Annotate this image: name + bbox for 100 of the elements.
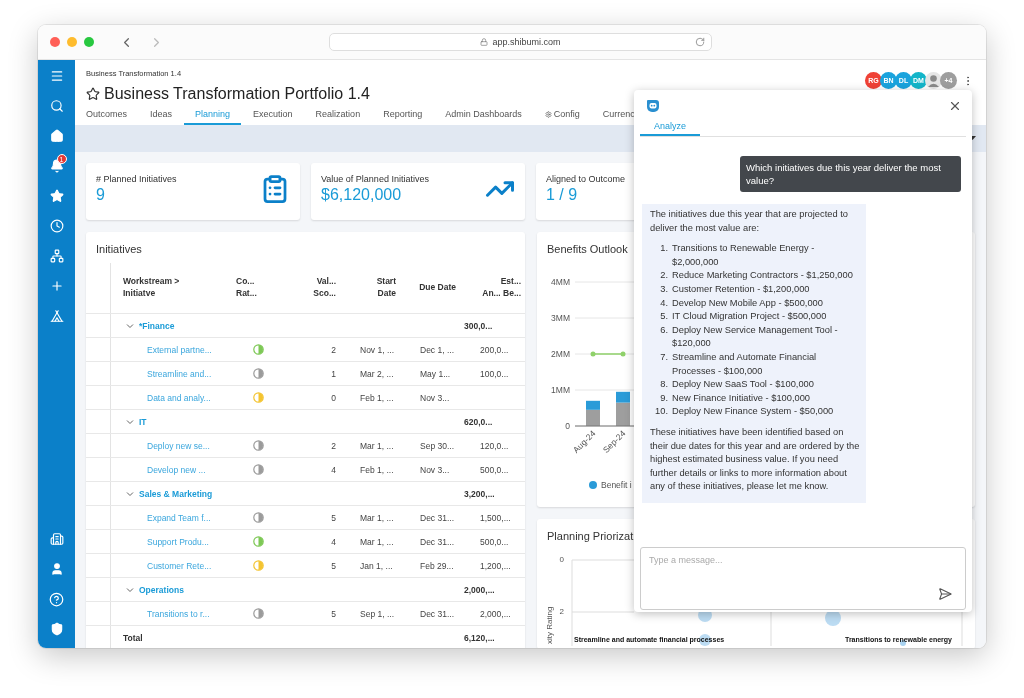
group-row[interactable]: Sales & Marketing 3,200,... [86,482,525,506]
group-row[interactable]: IT 620,0... [86,410,525,434]
table-row[interactable]: External partne... 2 Nov 1, ... Dec 1, ... 200,0... [86,338,525,362]
shield-icon[interactable] [49,622,64,636]
axis-tick-label: 2MM [551,349,570,359]
table-cell: 2,000,... [480,608,511,619]
table-cell: Sep 1, ... [360,608,395,619]
search-icon[interactable] [49,99,64,113]
table-cell: 0 [331,392,336,403]
lock-icon [480,38,489,46]
reload-icon[interactable] [695,37,705,47]
tab[interactable]: Admin Dashboards [434,109,533,125]
table-cell: Dec 31... [420,512,455,523]
settings-icon [544,110,552,118]
table-cell: 100,0... [480,368,509,379]
table-row[interactable]: Data and analy... 0 Feb 1, ... Nov 3... [86,386,525,410]
column-header[interactable]: Workstream > Initiatve [123,276,213,300]
column-header[interactable]: Start Date [356,276,396,300]
table-cell: Nov 3... [420,392,450,403]
favorite-star-icon[interactable] [86,87,100,101]
table-cell: May 1... [420,368,451,379]
bell-icon[interactable] [49,159,64,173]
tent-icon[interactable] [49,309,64,323]
page-title: Business Transformation Portfolio 1.4 [104,85,370,103]
chevron-icon[interactable] [126,489,134,498]
table-cell: 200,0... [480,344,509,355]
table-cell: 4 [331,464,336,475]
list-item: Deploy New Service Management Tool - $120,000 [672,323,839,351]
avatar[interactable] [925,72,942,89]
list-item: New Finance Initiative - $100,000 [672,391,810,405]
user-icon[interactable] [49,562,64,576]
table-cell: Nov 3... [420,464,450,475]
list-marker: 10. [654,405,669,419]
total-label: Total [123,632,143,643]
list-marker: 1. [659,242,669,256]
menu-icon[interactable] [49,69,64,83]
table-cell: Jan 1, ... [360,560,393,571]
axis-title: xity Rating [545,606,554,644]
table-cell: 500,0... [480,464,509,475]
table-row[interactable]: Support Produ... 4 Mar 1, ... Dec 31... 500,0... [86,530,525,554]
table-cell: Mar 1, ... [360,536,394,547]
table-cell: Dec 1, ... [420,344,454,355]
star-icon[interactable] [49,189,64,203]
help-icon[interactable] [49,591,64,607]
kpi-value: 9 [96,186,106,204]
tab[interactable]: Realization [304,109,372,125]
tab[interactable]: Execution [242,109,304,125]
axis-tick-label: 0 [565,421,570,431]
column-header[interactable]: Co... Rat... [236,276,276,300]
clock-icon[interactable] [49,219,64,233]
table-row[interactable]: Deploy new se... 2 Mar 1, ... Sep 30... 120,0... [86,434,525,458]
table-cell: Mar 2, ... [360,368,394,379]
table-cell: 4 [331,536,336,547]
bot-icon [646,99,660,113]
kpi-value: $6,120,000 [321,186,403,204]
tab[interactable]: Outcomes [75,109,138,125]
table-cell: Dec 31... [420,608,455,619]
send-icon[interactable] [938,587,952,601]
list-marker: 6. [659,323,669,337]
axis-tick-label: 3MM [551,313,570,323]
home-icon[interactable] [49,129,64,143]
table-row[interactable]: Expand Team f... 5 Mar 1, ... Dec 31... 1,500,... [86,506,525,530]
table-cell: Feb 29... [420,560,454,571]
tab[interactable]: Reporting [372,109,434,125]
maximize-icon[interactable] [84,37,94,47]
list-marker: 9. [659,391,669,405]
tab[interactable]: Ideas [139,109,184,125]
close-icon[interactable] [948,99,962,113]
table-cell: Feb 1, ... [360,464,394,475]
table-cell: 500,0... [480,536,509,547]
message-field[interactable]: Type a message... [640,547,966,610]
hierarchy-icon[interactable] [49,249,64,263]
group-row[interactable]: *Finance 300,0... [86,314,525,338]
list-item: Streamline and Automate Financial Processes - $100,000 [672,350,818,378]
table-cell: Feb 1, ... [360,392,394,403]
axis-tick-label: 1MM [551,385,570,395]
group-row[interactable]: Operations 2,000,... [86,578,525,602]
table-row[interactable]: Develop new ... 4 Feb 1, ... Nov 3... 500,0... [86,458,525,482]
address-bar[interactable]: app.shibumi.com [329,33,712,51]
table-row[interactable]: Transitions to r... 5 Sep 1, ... Dec 31... 2,000,... [86,602,525,626]
tab[interactable]: Config [533,109,591,125]
table-row[interactable]: Customer Rete... 5 Jan 1, ... Feb 29... 1,200,... [86,554,525,578]
axis-tick-label: 2 [559,607,564,616]
column-header[interactable]: Val... Sco... [296,276,336,300]
axis-tick-label: 4MM [551,277,570,287]
list-item: IT Cloud Migration Project - $500,000 [672,310,827,324]
list-marker: 4. [659,296,669,310]
kpi-label: Aligned to Outcome [546,174,626,184]
column-header[interactable]: Due Date [419,282,456,294]
chevron-icon[interactable] [126,417,134,426]
legend-label: Benefit i [601,480,632,490]
table-cell: Sep 30... [420,440,455,451]
column-header[interactable]: Est... An... Be... [481,276,521,300]
building-icon[interactable] [49,532,64,546]
table-row[interactable]: Streamline and... 1 Mar 2, ... May 1... 100,0... [86,362,525,386]
plus-icon[interactable] [49,279,64,293]
list-marker: 7. [659,350,669,364]
table-cell: 5 [331,608,336,619]
chevron-icon[interactable] [126,585,134,594]
chevron-icon[interactable] [126,321,134,330]
